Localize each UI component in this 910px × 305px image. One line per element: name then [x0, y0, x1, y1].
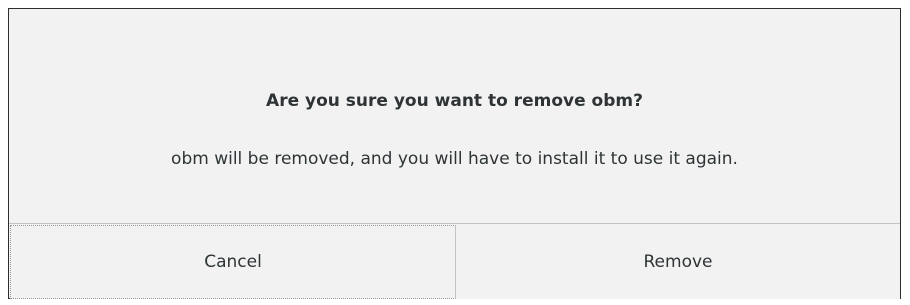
dialog-message: obm will be removed, and you will have t…	[171, 149, 738, 169]
dialog-button-row: Cancel Remove	[9, 223, 900, 299]
dialog-title: Are you sure you want to remove obm?	[266, 91, 643, 111]
remove-confirmation-dialog: Are you sure you want to remove obm? obm…	[8, 8, 901, 299]
cancel-button[interactable]: Cancel	[10, 225, 456, 299]
remove-button[interactable]: Remove	[456, 224, 900, 299]
dialog-content: Are you sure you want to remove obm? obm…	[9, 9, 900, 223]
